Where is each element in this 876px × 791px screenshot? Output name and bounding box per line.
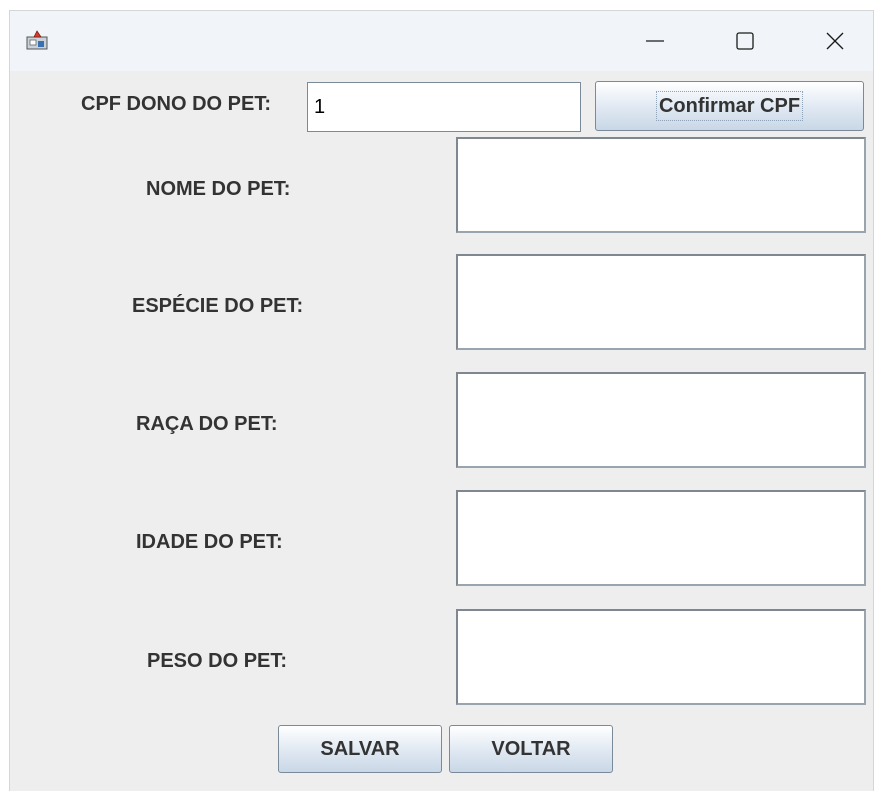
back-button[interactable]: VOLTAR [449, 725, 613, 773]
confirm-cpf-button[interactable]: Confirmar CPF [595, 81, 864, 131]
idade-label: IDADE DO PET: [136, 531, 283, 553]
java-app-icon [26, 30, 48, 50]
especie-input[interactable] [458, 256, 864, 348]
idade-field[interactable] [456, 490, 866, 586]
raca-label: RAÇA DO PET: [136, 413, 278, 435]
save-button[interactable]: SALVAR [278, 725, 442, 773]
cpf-input[interactable] [308, 83, 580, 131]
peso-input[interactable] [458, 611, 864, 703]
raca-field[interactable] [456, 372, 866, 468]
especie-label: ESPÉCIE DO PET: [132, 295, 304, 317]
peso-field[interactable] [456, 609, 866, 705]
especie-field[interactable] [456, 254, 866, 350]
cpf-label: CPF DONO DO PET: [81, 93, 272, 115]
back-button-label: VOLTAR [491, 737, 571, 760]
close-icon [826, 32, 844, 50]
maximize-icon [736, 32, 754, 50]
nome-field[interactable] [456, 137, 866, 233]
title-bar [10, 11, 873, 71]
peso-label: PESO DO PET: [147, 650, 288, 672]
save-button-label: SALVAR [320, 737, 400, 760]
nome-label: NOME DO PET: [146, 178, 291, 200]
close-button[interactable] [805, 11, 865, 71]
idade-input[interactable] [458, 492, 864, 584]
minimize-icon [646, 40, 664, 42]
nome-input[interactable] [458, 139, 864, 231]
app-window: CPF DONO DO PET: Confirmar CPF NOME DO P… [9, 10, 874, 791]
confirm-cpf-label: Confirmar CPF [655, 91, 804, 121]
maximize-button[interactable] [715, 11, 775, 71]
cpf-field[interactable] [307, 82, 581, 132]
raca-input[interactable] [458, 374, 864, 466]
minimize-button[interactable] [625, 11, 685, 71]
